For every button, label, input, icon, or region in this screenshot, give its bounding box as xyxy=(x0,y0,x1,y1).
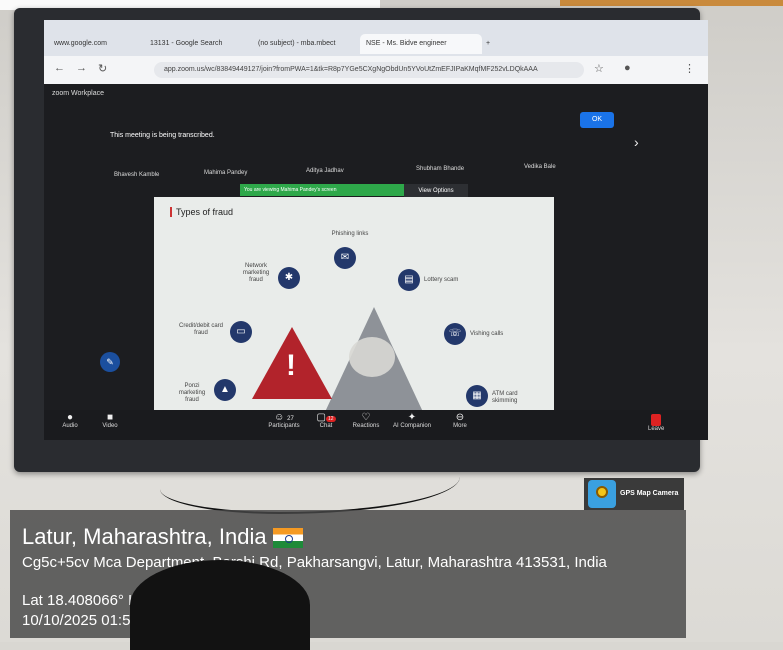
view-options-button[interactable]: View Options xyxy=(404,184,468,198)
participant-name: Bhavesh Kamble xyxy=(114,172,160,178)
tab-mail[interactable]: (no subject) - mba.mbect xyxy=(252,34,362,54)
tab-zoom[interactable]: NSE - Ms. Bidve engineer xyxy=(360,34,482,54)
leave-icon xyxy=(651,414,662,426)
toolbar-label: Reactions xyxy=(352,423,380,429)
camera-icon: ■ xyxy=(106,412,114,423)
toolbar-label: Chat xyxy=(319,423,333,429)
tab-label: NSE - Ms. Bidve engineer xyxy=(366,40,447,47)
monitor: www.google.com 13131 - Google Search (no… xyxy=(14,8,708,472)
leave-button[interactable]: Leave xyxy=(648,414,664,432)
participant-name: Mahima Pandey xyxy=(204,170,248,176)
tab-label: www.google.com xyxy=(54,40,107,47)
back-icon[interactable]: ← xyxy=(54,62,65,74)
url-field[interactable]: app.zoom.us/wc/83849449127/join?fromPWA=… xyxy=(154,62,584,78)
participants-count: 27 xyxy=(287,416,294,422)
fraud-item: Phishing links xyxy=(331,231,369,237)
lottery-icon: ▤ xyxy=(398,269,420,291)
viewing-banner: You are viewing Mahima Pandey's screen xyxy=(240,184,404,196)
participant-name: Shubham Bhande xyxy=(416,166,465,172)
fraud-item: Lottery scam xyxy=(424,277,459,283)
more-icon: ⊖ xyxy=(455,412,465,423)
network-icon: ✱ xyxy=(278,267,300,289)
ponzi-icon: ▲ xyxy=(214,379,236,401)
participant-name: Aditya Jadhav xyxy=(306,168,344,174)
person-head xyxy=(130,560,310,650)
screen: www.google.com 13131 - Google Search (no… xyxy=(44,20,708,440)
fraud-item: ATM card skimming xyxy=(492,391,518,404)
meeting-toolbar: ● Audio ■ Video ☺ 27 Participants ▢ 12 Chat ♡… xyxy=(44,410,708,440)
ok-button[interactable]: OK xyxy=(580,112,614,128)
gps-app-tag: GPS Map Camera xyxy=(584,478,684,510)
card-icon: ▭ xyxy=(230,321,252,343)
zoom-brand: zoom Workplace xyxy=(52,90,105,97)
video-button[interactable]: ■ Video xyxy=(84,412,136,429)
menu-icon[interactable]: ⋮ xyxy=(684,62,695,75)
exclamation-icon: ! xyxy=(286,349,296,382)
slide-title: Types of fraud xyxy=(170,207,233,217)
gps-overlay: Latur, Maharashtra, India Cg5c+5cv Mca D… xyxy=(10,510,686,638)
toolbar-label: Audio xyxy=(62,423,78,429)
wood-strip xyxy=(560,0,783,6)
reactions-button[interactable]: ♡ Reactions xyxy=(340,412,392,429)
toolbar-label: AI Companion xyxy=(392,423,432,429)
mask-image xyxy=(349,337,395,377)
reload-icon[interactable]: ↻ xyxy=(98,62,107,75)
more-button[interactable]: ⊖ More xyxy=(434,412,486,429)
india-flag-icon xyxy=(272,528,303,549)
pencil-icon[interactable]: ✎ xyxy=(100,352,120,372)
fraud-item: Credit/debit card fraud xyxy=(178,323,224,336)
toolbar-label: Participants xyxy=(268,423,300,429)
phishing-icon: ✉ xyxy=(334,247,356,269)
address-bar: ← → ↻ app.zoom.us/wc/83849449127/join?fr… xyxy=(44,56,708,84)
toolbar-label: More xyxy=(453,423,467,429)
forward-icon[interactable]: → xyxy=(76,62,87,74)
zoom-meeting: zoom Workplace This meeting is being tra… xyxy=(44,84,708,440)
shared-slide: Types of fraud ! Phishing links ✉ Networ… xyxy=(154,197,554,417)
gps-city: Latur, Maharashtra, India xyxy=(22,524,303,550)
fraud-item: Ponzi marketing fraud xyxy=(178,383,206,403)
tab-google[interactable]: www.google.com xyxy=(48,34,146,54)
chevron-right-icon[interactable]: › xyxy=(634,134,639,150)
transcription-notice: This meeting is being transcribed. xyxy=(110,132,215,139)
chat-badge: 12 xyxy=(325,416,336,422)
gps-address: Cg5c+5cv Mca Department, Barshi Rd, Pakh… xyxy=(22,554,607,571)
new-tab-button[interactable]: + xyxy=(480,34,500,54)
phone-icon: ☏ xyxy=(444,323,466,345)
ai-companion-button[interactable]: ✦ AI Companion xyxy=(386,412,438,429)
participant-name: Vedika Bale xyxy=(524,164,556,170)
city-text: Latur, Maharashtra, India xyxy=(22,524,267,549)
fraud-item: Network marketing fraud xyxy=(242,263,270,283)
leave-label: Leave xyxy=(648,426,665,432)
fraud-item: Vishing calls xyxy=(470,331,504,337)
atm-icon: ▦ xyxy=(466,385,488,407)
tab-label: 13131 - Google Search xyxy=(150,40,223,47)
tab-search[interactable]: 13131 - Google Search xyxy=(144,34,254,54)
browser-tabbar: www.google.com 13131 - Google Search (no… xyxy=(44,20,708,56)
gps-camera-icon xyxy=(588,480,616,508)
heart-icon: ♡ xyxy=(361,412,371,423)
mic-icon[interactable]: ● xyxy=(624,62,631,74)
sparkle-icon: ✦ xyxy=(407,412,417,423)
star-icon[interactable]: ☆ xyxy=(594,62,604,75)
tab-label: (no subject) - mba.mbect xyxy=(258,40,336,47)
gps-app-label: GPS Map Camera xyxy=(620,490,679,497)
toolbar-label: Video xyxy=(102,423,118,429)
